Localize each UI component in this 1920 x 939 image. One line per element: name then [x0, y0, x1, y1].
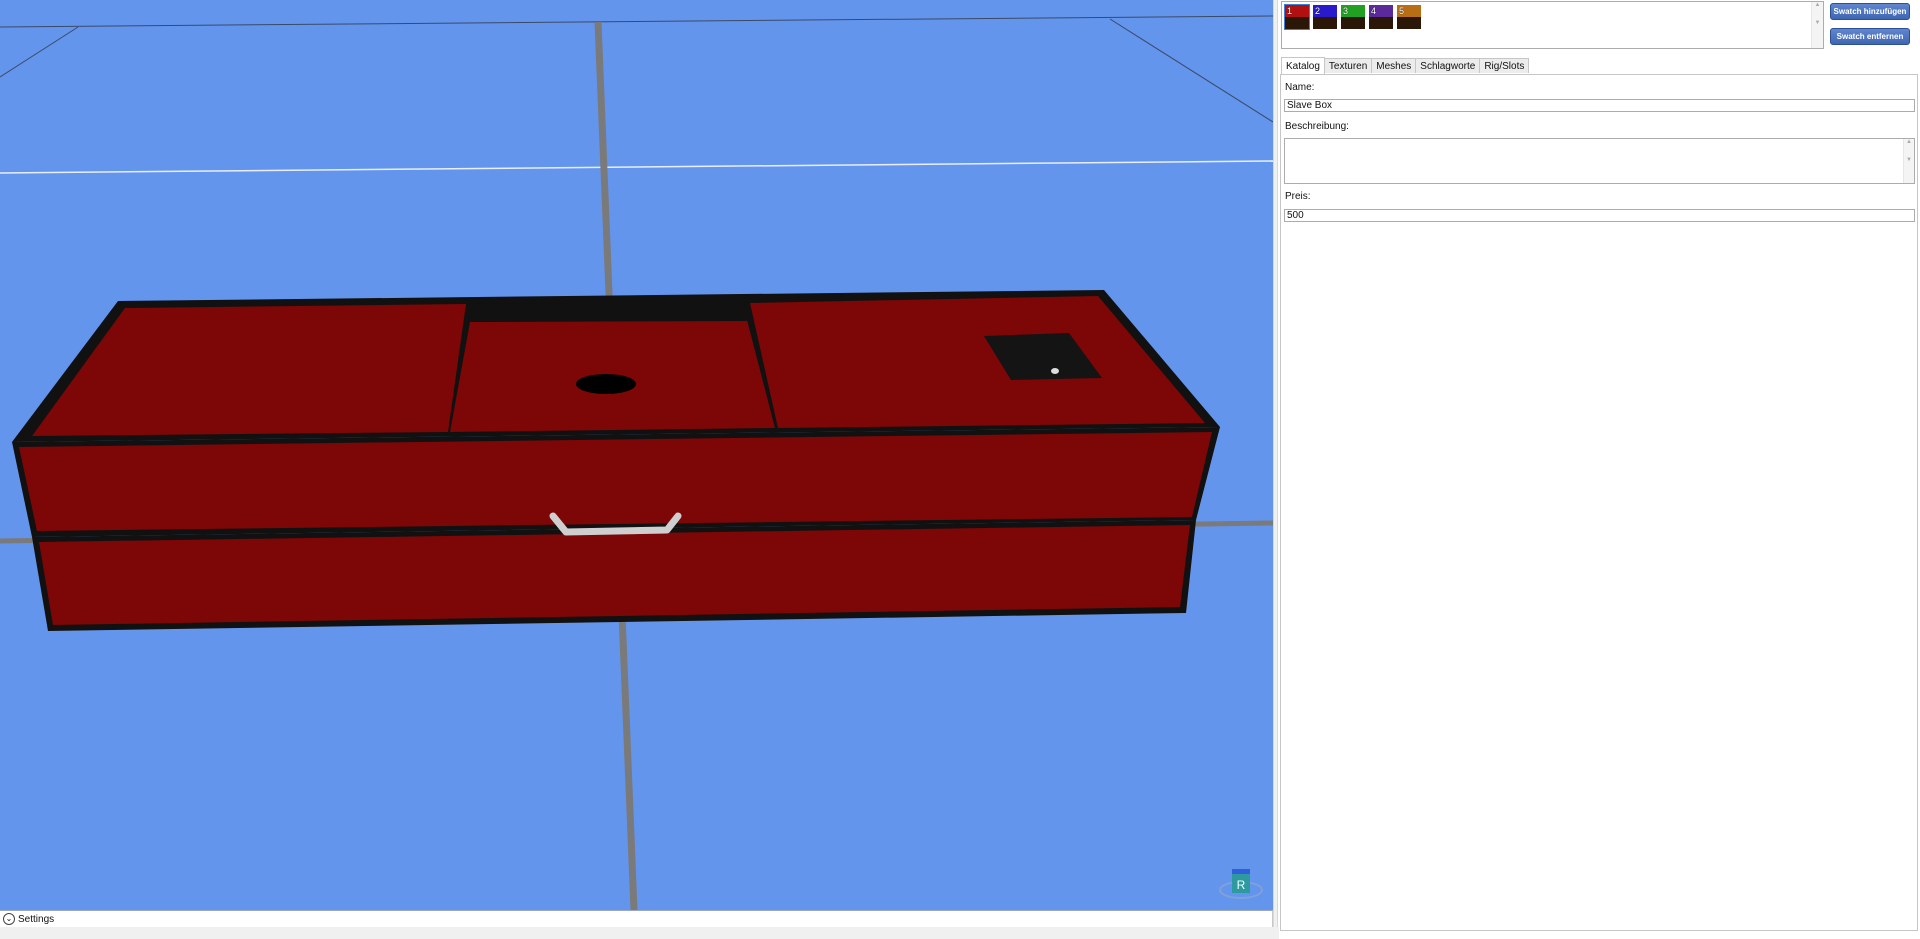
grid-line — [0, 26, 79, 78]
scene-render: R — [0, 15, 1273, 910]
swatch-item-2[interactable]: 2 — [1313, 5, 1337, 29]
price-field[interactable]: 500 — [1284, 209, 1915, 222]
price-label: Preis: — [1285, 191, 1311, 202]
swatch-number-5: 5 — [1399, 6, 1405, 16]
grid-line — [0, 160, 1273, 174]
panel-splitter[interactable] — [1273, 0, 1278, 939]
swatch-item-3[interactable]: 3 — [1341, 5, 1365, 29]
name-field[interactable]: Slave Box — [1284, 99, 1915, 112]
swatch-number-3: 3 — [1343, 6, 1349, 16]
tab-meshes[interactable]: Meshes — [1371, 58, 1417, 73]
name-label: Name: — [1285, 82, 1315, 93]
properties-panel: 1 2 3 4 5 ▲ ▼ Swatch hinzufügen Swatch en… — [1279, 0, 1920, 939]
katalog-tab-content: Name: Slave Box Beschreibung: ▲ ▼ Preis: … — [1280, 74, 1918, 931]
box-model — [12, 290, 1220, 631]
tab-schlagworte[interactable]: Schlagworte — [1415, 58, 1481, 73]
swatch-number-2: 2 — [1315, 6, 1321, 16]
gizmo-label: R — [1237, 878, 1246, 892]
chevron-down-icon[interactable]: ⌄ — [3, 913, 15, 925]
tab-texturen[interactable]: Texturen — [1323, 58, 1373, 73]
description-field[interactable]: ▲ ▼ — [1284, 138, 1915, 184]
description-label: Beschreibung: — [1285, 121, 1349, 132]
orientation-gizmo-icon[interactable]: R — [1219, 869, 1263, 899]
tab-rig-slots[interactable]: Rig/Slots — [1479, 58, 1530, 73]
swatch-item-1[interactable]: 1 — [1284, 4, 1310, 30]
add-swatch-button[interactable]: Swatch hinzufügen — [1830, 3, 1910, 20]
swatch-number-1: 1 — [1287, 6, 1293, 16]
swatch-item-5[interactable]: 5 — [1397, 5, 1421, 29]
swatch-list-scrollbar[interactable]: ▲ ▼ — [1811, 2, 1823, 48]
grid-line — [1109, 18, 1273, 123]
settings-label: Settings — [18, 913, 55, 925]
swatch-item-4[interactable]: 4 — [1369, 5, 1393, 29]
settings-bar[interactable]: ⌄ Settings — [0, 910, 1273, 927]
3d-viewport[interactable]: R — [0, 0, 1273, 910]
tab-katalog[interactable]: Katalog — [1281, 57, 1325, 74]
swatch-number-4: 4 — [1371, 6, 1377, 16]
remove-swatch-button[interactable]: Swatch entfernen — [1830, 28, 1910, 45]
grid-line — [0, 15, 1273, 28]
swatch-list[interactable]: 1 2 3 4 5 ▲ ▼ — [1281, 1, 1824, 49]
tab-bar: Katalog Texturen Meshes Schlagworte Rig/… — [1281, 57, 1530, 74]
description-scrollbar[interactable]: ▲ ▼ — [1903, 139, 1914, 183]
